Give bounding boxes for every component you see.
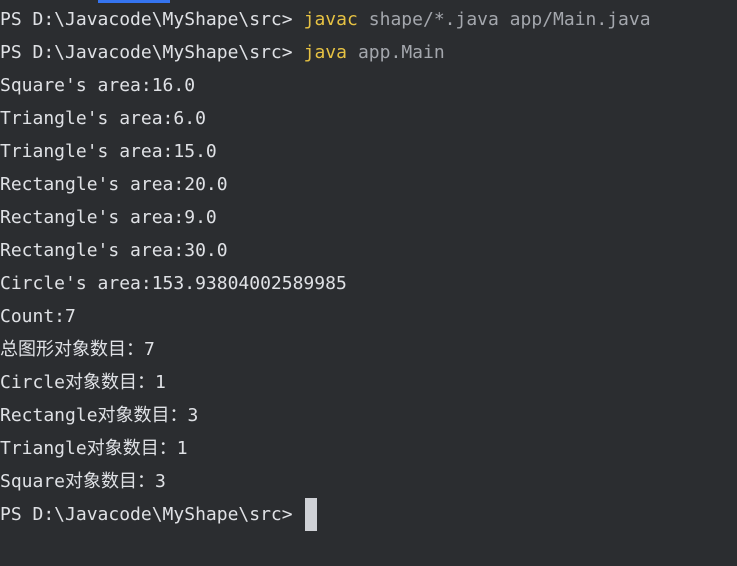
output-line: Rectangle's area:9.0 [0, 207, 217, 228]
output-line: Circle's area:153.93804002589985 [0, 273, 347, 294]
output-line: Square's area:16.0 [0, 75, 196, 96]
output-line: Triangle's area:15.0 [0, 141, 217, 162]
prompt: PS D:\Javacode\MyShape\src> [0, 42, 293, 63]
output-line: Triangle's area:6.0 [0, 108, 206, 129]
command-args: app.Main [357, 42, 445, 63]
command-name: javac [303, 9, 358, 30]
output-line: 总图形对象数目：7 [0, 339, 155, 360]
terminal-output[interactable]: PS D:\Javacode\MyShape\src> javac shape/*.… [0, 3, 737, 531]
output-line: Rectangle's area:30.0 [0, 240, 228, 261]
command-line-2: PS D:\Javacode\MyShape\src> java app.Main [0, 36, 737, 69]
output-line: Circle对象数目：1 [0, 372, 166, 393]
text-cursor [304, 498, 317, 531]
prompt: PS D:\Javacode\MyShape\src> [0, 504, 293, 525]
output-line: Rectangle's area:20.0 [0, 174, 228, 195]
command-name: java [303, 42, 347, 63]
command-line-1: PS D:\Javacode\MyShape\src> javac shape/*.… [0, 3, 737, 36]
output-line: Rectangle对象数目：3 [0, 405, 199, 426]
command-args: shape/*.java app/Main.java [368, 9, 651, 30]
output-line: Square对象数目：3 [0, 471, 166, 492]
output-line: Count:7 [0, 306, 76, 327]
prompt: PS D:\Javacode\MyShape\src> [0, 9, 293, 30]
output-line: Triangle对象数目：1 [0, 438, 188, 459]
active-prompt-line[interactable]: PS D:\Javacode\MyShape\src> [0, 498, 737, 531]
